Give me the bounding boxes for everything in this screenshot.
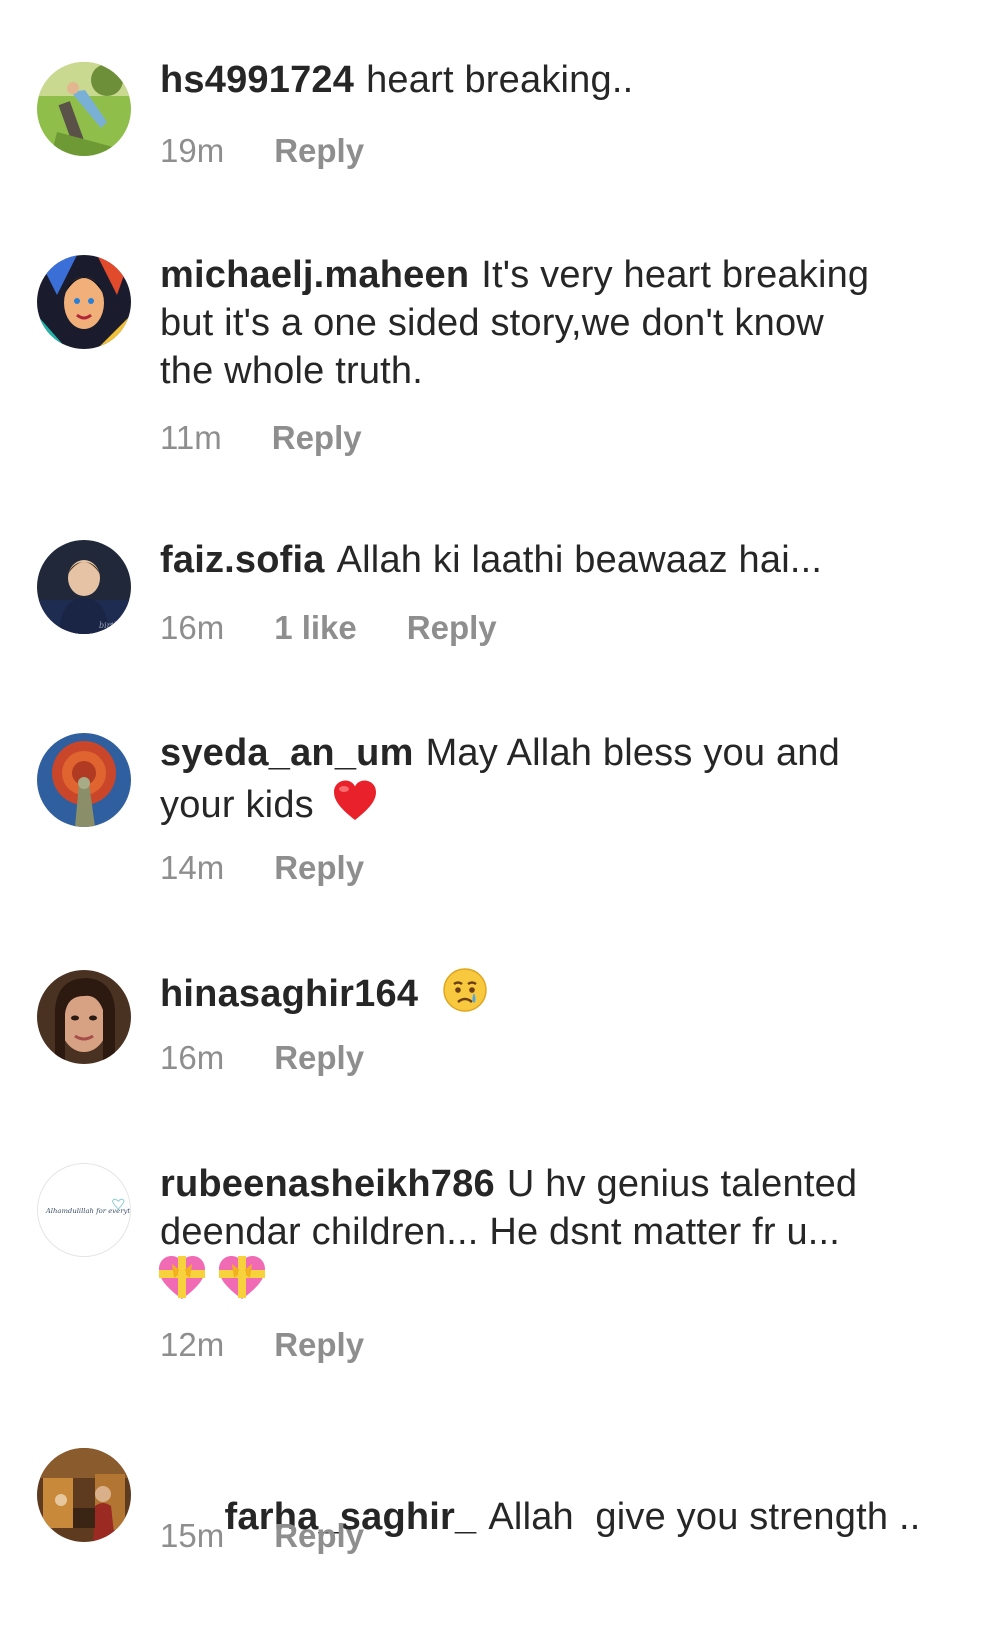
comment-meta: 16m Reply [160, 1039, 364, 1077]
comment-body: Allah ki laathi beawaaz hai... [336, 539, 823, 581]
comment-username[interactable]: hs4991724 [160, 59, 354, 101]
comment-time: 11m [160, 419, 222, 456]
comment-text: rubeenasheikh786 U hv genius talented dee… [160, 1160, 960, 1256]
comment-username[interactable]: syeda_an_um [160, 732, 414, 774]
comment-time: 14m [160, 849, 225, 886]
comment-meta: 12m Reply [160, 1326, 364, 1364]
reply-button[interactable]: Reply [272, 419, 362, 457]
comment-meta: 14m Reply [160, 849, 364, 887]
reply-button[interactable]: Reply [274, 1517, 364, 1555]
avatar[interactable] [37, 62, 131, 156]
comment-time: 12m [160, 1326, 225, 1363]
like-count[interactable]: 1 like [274, 609, 357, 647]
comment-text: hs4991724 heart breaking.. [160, 56, 960, 104]
avatar[interactable]: birthday [37, 540, 131, 634]
avatar[interactable] [37, 733, 131, 827]
heart-with-ribbon-icon [156, 1252, 208, 1304]
reply-button[interactable]: Reply [274, 1039, 364, 1077]
comment-meta: 19m Reply [160, 132, 364, 170]
comment-emoji-row [156, 1252, 268, 1304]
svg-text:birthday: birthday [99, 621, 131, 630]
comment-text: syeda_an_um May Allah bless you and your … [160, 729, 920, 829]
comment-meta: 15m Reply [160, 1517, 364, 1555]
comment-username[interactable]: faiz.sofia [160, 539, 325, 581]
comment-username[interactable]: rubeenasheikh786 [160, 1163, 495, 1205]
reply-button[interactable]: Reply [274, 1326, 364, 1364]
comment-meta: 16m 1 like Reply [160, 609, 497, 647]
reply-button[interactable]: Reply [274, 132, 364, 170]
avatar[interactable]: Alhamdulillah for everything [37, 1163, 131, 1257]
reply-button[interactable]: Reply [274, 849, 364, 887]
comment-text: faiz.sofia Allah ki laathi beawaaz hai... [160, 536, 960, 584]
reply-button[interactable]: Reply [407, 609, 497, 647]
comment-time: 15m [160, 1517, 225, 1554]
comment-text: michaelj.maheen It's very heart breaking … [160, 251, 880, 395]
comment-username[interactable]: michaelj.maheen [160, 254, 469, 296]
comment-time: 16m [160, 1039, 225, 1076]
crying-face-icon [441, 966, 489, 1014]
comment-time: 16m [160, 609, 225, 646]
avatar[interactable] [37, 970, 131, 1064]
red-heart-icon [331, 777, 379, 825]
avatar[interactable] [37, 1448, 131, 1542]
comment-body: heart breaking.. [366, 59, 634, 101]
comment-username[interactable]: hinasaghir164 [160, 973, 418, 1015]
comment-time: 19m [160, 132, 225, 169]
comment-text: hinasaghir164 [160, 966, 960, 1018]
avatar[interactable] [37, 255, 131, 349]
heart-with-ribbon-icon [216, 1252, 268, 1304]
comment-body: Allah give you strength .. [488, 1496, 921, 1538]
comment-meta: 11m Reply [160, 419, 362, 457]
